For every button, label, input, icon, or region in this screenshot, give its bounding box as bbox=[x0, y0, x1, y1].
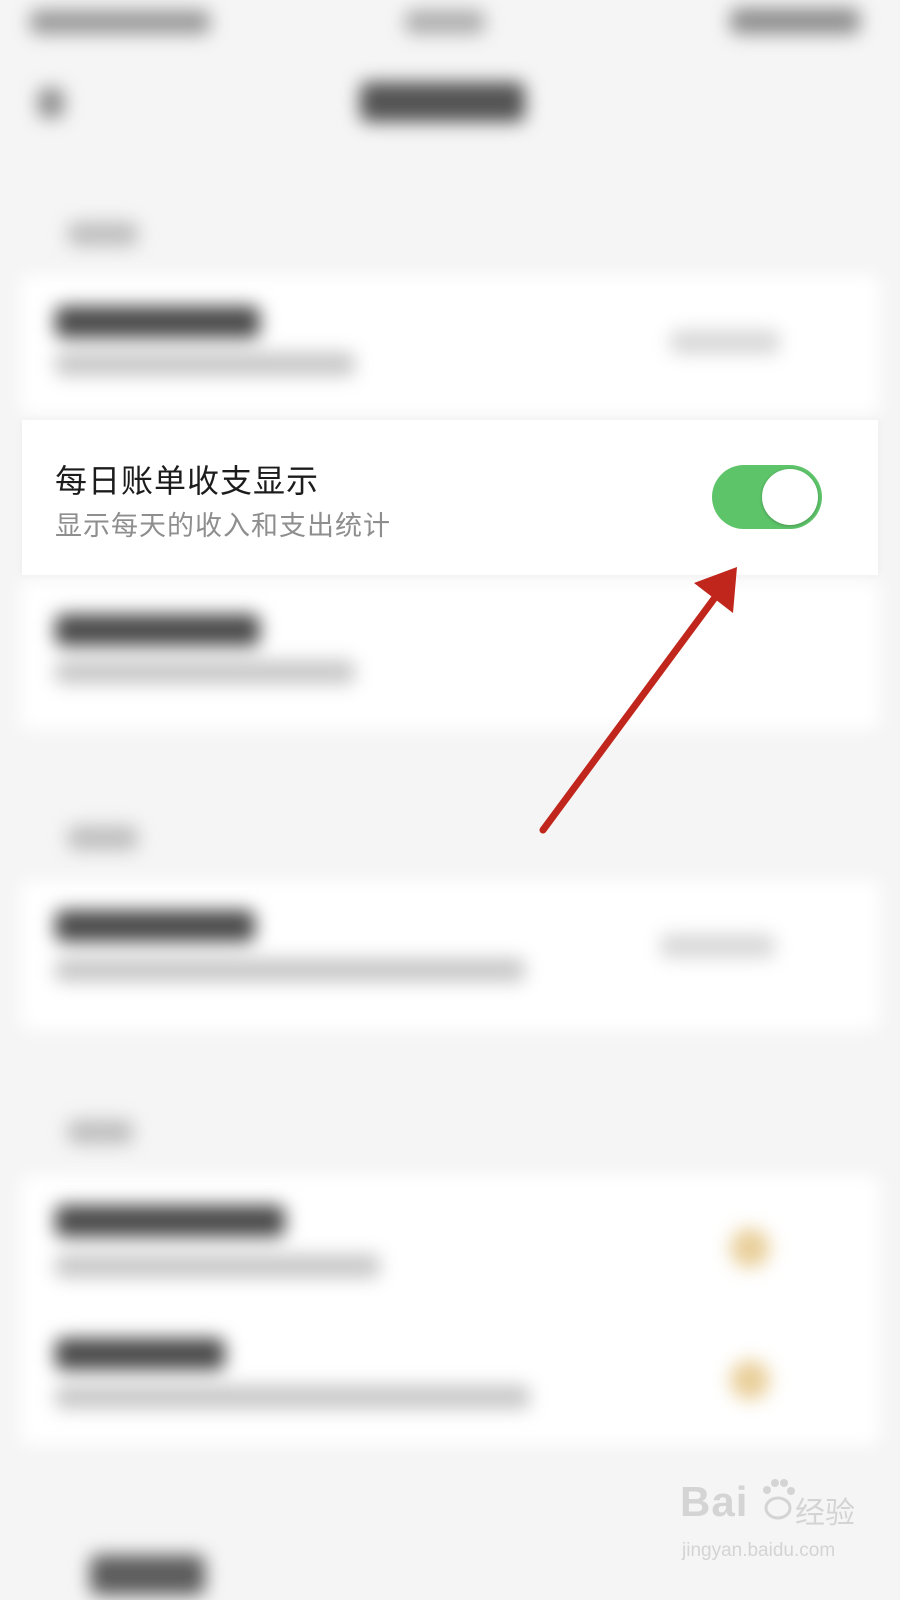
watermark-url: jingyan.baidu.com bbox=[682, 1540, 836, 1561]
baidu-paw-icon bbox=[763, 1479, 795, 1520]
watermark-brand-cn: 经验 bbox=[795, 1497, 855, 1530]
row-3-title-blur bbox=[55, 614, 260, 646]
row-5-icon-blur bbox=[730, 1228, 770, 1268]
row-5-title-blur bbox=[55, 1205, 285, 1237]
blurred-background bbox=[0, 0, 900, 1600]
back-icon-blur bbox=[38, 88, 64, 118]
row-4-title-blur bbox=[55, 910, 255, 942]
setting-subtitle: 显示每天的收入和支出统计 bbox=[55, 511, 391, 542]
row-6-icon-blur bbox=[730, 1360, 770, 1400]
status-bar-left-blur bbox=[30, 10, 210, 34]
row-3-sub-blur bbox=[55, 660, 355, 684]
daily-bill-toggle-switch[interactable] bbox=[712, 465, 822, 529]
setting-title: 每日账单收支显示 bbox=[55, 462, 320, 500]
section-header-blur bbox=[68, 222, 138, 246]
row-1-title-blur bbox=[55, 306, 260, 338]
section-2-header-blur bbox=[68, 826, 138, 850]
watermark-brand: Bai bbox=[680, 1478, 749, 1525]
row-4-sub-blur bbox=[55, 958, 525, 982]
daily-bill-setting-row: 每日账单收支显示 显示每天的收入和支出统计 bbox=[22, 420, 878, 575]
card-2-blur bbox=[20, 580, 880, 730]
row-1-value-blur bbox=[670, 330, 780, 354]
baidu-jingyan-watermark: Bai 经验 jingyan.baidu.com bbox=[680, 1470, 880, 1580]
row-6-sub-blur bbox=[55, 1385, 530, 1409]
nav-title-blur bbox=[360, 82, 525, 122]
row-6-title-blur bbox=[55, 1338, 225, 1370]
row-4-value-blur bbox=[660, 934, 775, 958]
section-3-header-blur bbox=[68, 1120, 133, 1144]
row-5-sub-blur bbox=[55, 1254, 380, 1278]
status-bar-center-blur bbox=[405, 10, 485, 34]
status-bar-right-blur bbox=[730, 8, 860, 34]
row-1-sub-blur bbox=[55, 352, 355, 376]
bottom-item-blur bbox=[90, 1555, 205, 1595]
toggle-knob bbox=[762, 469, 818, 525]
